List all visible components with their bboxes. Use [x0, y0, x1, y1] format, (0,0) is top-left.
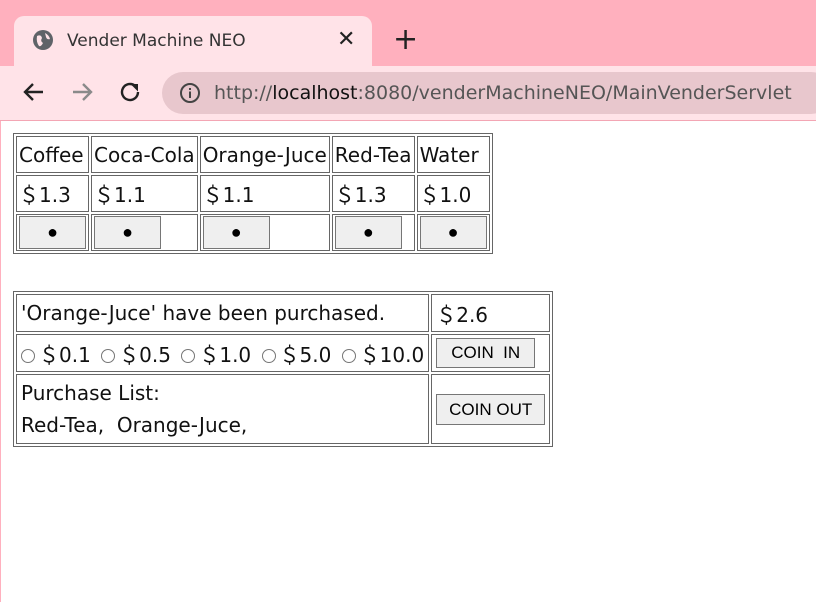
coin-option[interactable]: ＄0.1: [21, 343, 91, 367]
product-table: Coffee Coca-Cola Orange-Juce Red-Tea Wat…: [13, 133, 493, 254]
purchase-list-heading: Purchase List:: [21, 381, 160, 405]
coin-radio[interactable]: [101, 349, 116, 363]
url-scheme: http://: [214, 82, 273, 104]
product-name: Orange-Juce: [199, 136, 330, 173]
browser-tab[interactable]: Vender Machine NEO ✕: [14, 16, 372, 66]
product-price-row: ＄1.3 ＄1.1 ＄1.1 ＄1.3 ＄1.0: [16, 175, 490, 212]
coin-option[interactable]: ＄0.5: [97, 343, 171, 367]
buy-cell: ●: [416, 214, 490, 251]
coin-option[interactable]: ＄1.0: [177, 343, 251, 367]
url-text: http://localhost:8080/venderMachineNEO/M…: [214, 82, 792, 104]
reload-icon[interactable]: [116, 78, 144, 106]
coin-option[interactable]: ＄5.0: [258, 342, 332, 367]
url-host: localhost: [272, 82, 358, 104]
product-name: Red-Tea: [331, 136, 415, 173]
product-name-row: Coffee Coca-Cola Orange-Juce Red-Tea Wat…: [16, 136, 490, 173]
coin-in-cell: COIN IN: [431, 334, 551, 372]
coin-row: ＄0.1 ＄0.5 ＄1.0 ＄5.0 ＄10.0 COIN IN: [16, 334, 551, 372]
buy-coffee-button[interactable]: ●: [19, 216, 86, 249]
coin-label: ＄0.1: [39, 342, 91, 367]
globe-icon: [33, 30, 53, 50]
tab-title: Vender Machine NEO: [67, 31, 246, 51]
coin-option[interactable]: ＄10.0: [338, 342, 425, 367]
purchase-message: 'Orange-Juce' have been purchased.: [16, 294, 430, 332]
browser-toolbar: http://localhost:8080/venderMachineNEO/M…: [0, 66, 816, 121]
purchase-list: Purchase List: Red-Tea, Orange-Juce,: [16, 374, 430, 444]
coin-out-button[interactable]: COIN OUT: [436, 393, 546, 425]
url-path: :8080/venderMachineNEO/MainVenderServlet: [357, 82, 792, 104]
transaction-table: 'Orange-Juce' have been purchased. ＄2.6 …: [13, 291, 554, 447]
balance-amount: ＄2.6: [431, 294, 551, 332]
buy-cell: ●: [16, 214, 89, 251]
coin-radio[interactable]: [21, 349, 35, 363]
new-tab-button[interactable]: +: [393, 25, 418, 55]
product-price: ＄1.3: [16, 175, 89, 212]
product-price: ＄1.3: [331, 175, 415, 212]
product-name: Water: [416, 136, 490, 173]
buy-red-tea-button[interactable]: ●: [334, 216, 402, 249]
info-icon[interactable]: [179, 82, 201, 104]
coin-radio[interactable]: [261, 349, 276, 363]
coin-label: ＄1.0: [199, 342, 252, 367]
coin-options: ＄0.1 ＄0.5 ＄1.0 ＄5.0 ＄10.0: [16, 334, 430, 372]
purchase-list-items: Red-Tea, Orange-Juce,: [21, 413, 248, 437]
coin-in-button[interactable]: COIN IN: [436, 338, 536, 368]
forward-arrow-icon[interactable]: [68, 78, 96, 106]
product-price: ＄1.1: [199, 175, 330, 212]
address-bar[interactable]: http://localhost:8080/venderMachineNEO/M…: [162, 72, 816, 114]
buy-cell: ●: [199, 214, 330, 251]
buy-cell: ●: [331, 214, 415, 251]
product-name: Coffee: [16, 136, 89, 173]
buy-water-button[interactable]: ●: [419, 216, 487, 249]
buy-cell: ●: [91, 214, 198, 251]
product-buy-row: ● ● ● ● ●: [16, 214, 490, 251]
back-arrow-icon[interactable]: [20, 78, 48, 106]
buy-orange-juce-button[interactable]: ●: [202, 216, 270, 249]
coin-radio[interactable]: [181, 349, 196, 363]
product-price: ＄1.1: [91, 175, 198, 212]
status-row: 'Orange-Juce' have been purchased. ＄2.6: [16, 294, 551, 332]
browser-chrome: Vender Machine NEO ✕ + http://localhost:…: [0, 0, 816, 121]
coin-label: ＄0.5: [119, 342, 171, 367]
coin-radio[interactable]: [341, 349, 356, 363]
coin-label: ＄10.0: [359, 342, 425, 367]
coin-out-cell: COIN OUT: [431, 374, 551, 444]
coin-label: ＄5.0: [279, 342, 332, 367]
product-name: Coca-Cola: [91, 136, 198, 173]
buy-coca-cola-button[interactable]: ●: [94, 216, 161, 249]
page-content: Coffee Coca-Cola Orange-Juce Red-Tea Wat…: [0, 121, 816, 602]
close-tab-icon[interactable]: ✕: [337, 26, 355, 54]
product-price: ＄1.0: [416, 175, 490, 212]
purchase-list-row: Purchase List: Red-Tea, Orange-Juce, COI…: [16, 374, 551, 444]
